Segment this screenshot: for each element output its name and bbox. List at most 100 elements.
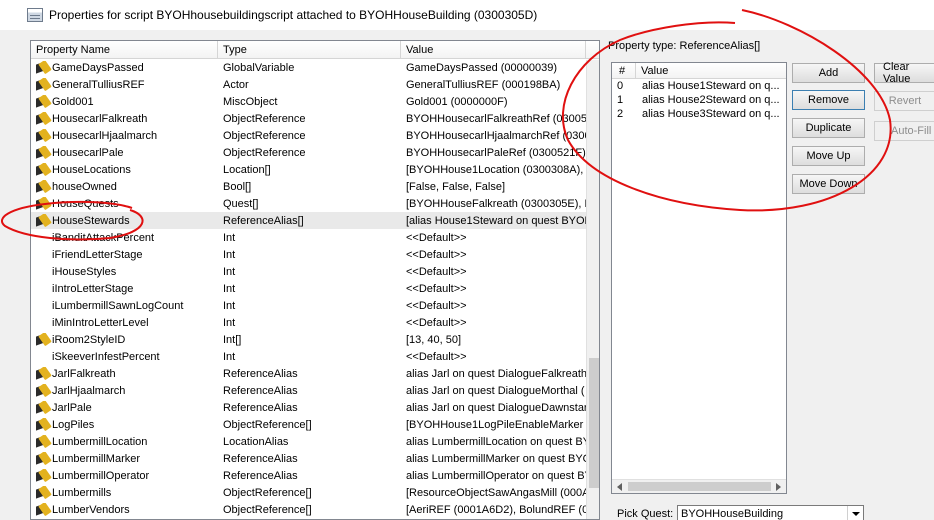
property-type: Int: [223, 350, 236, 363]
property-value: BYOHHousecarlFalkreathRef (030052: [406, 112, 586, 125]
property-row[interactable]: Lumbermills ObjectReference[] [ResourceObj…: [31, 484, 599, 501]
property-row[interactable]: LumbermillOperator ReferenceAlias alias Lu…: [31, 467, 599, 484]
property-value: [13, 40, 50]: [406, 333, 462, 346]
property-type: GlobalVariable: [223, 61, 295, 74]
property-row[interactable]: iIntroLetterStage Int <<Default>>: [31, 280, 599, 297]
property-name-cell: JarlPale: [31, 401, 218, 414]
property-icon: [35, 180, 52, 193]
property-list[interactable]: Property Name Type Value GameDaysPassed G…: [30, 40, 600, 520]
property-value: GameDaysPassed (00000039): [406, 61, 558, 74]
property-name-cell: iMinIntroLetterLevel: [31, 316, 218, 329]
property-type: Int: [223, 316, 236, 329]
property-value: alias Jarl on quest DialogueDawnstar: [406, 401, 586, 414]
column-header-value[interactable]: Value: [401, 41, 586, 58]
property-row[interactable]: iRoom2StyleID Int[] [13, 40, 50]: [31, 331, 599, 348]
property-row[interactable]: HouseStewards ReferenceAlias[] [alias Hous…: [31, 212, 599, 229]
scroll-right-icon[interactable]: [776, 483, 781, 491]
property-row[interactable]: iBanditAttackPercent Int <<Default>>: [31, 229, 599, 246]
hscrollbar-thumb[interactable]: [628, 482, 771, 491]
property-icon: [35, 163, 52, 176]
scrollbar-thumb[interactable]: [589, 358, 599, 488]
property-icon: [35, 333, 52, 346]
property-row[interactable]: iLumbermillSawnLogCount Int <<Default>>: [31, 297, 599, 314]
property-name: iFriendLetterStage: [52, 248, 143, 261]
remove-button[interactable]: Remove: [792, 90, 865, 110]
property-row[interactable]: LumberVendors ObjectReference[] [AeriREF (…: [31, 501, 599, 518]
add-button[interactable]: Add: [792, 63, 865, 83]
revert-button[interactable]: Revert: [874, 91, 934, 111]
array-item-row[interactable]: 0 alias House1Steward on q...: [612, 79, 786, 93]
property-name: JarlHjaalmarch: [52, 384, 126, 397]
property-type: MiscObject: [223, 95, 278, 108]
property-row[interactable]: JarlPale ReferenceAlias alias Jarl on ques…: [31, 399, 599, 416]
property-row[interactable]: JarlHjaalmarch ReferenceAlias alias Jarl o…: [31, 382, 599, 399]
property-name: HousecarlFalkreath: [52, 112, 148, 125]
property-icon: [35, 469, 52, 482]
property-icon: [35, 214, 52, 227]
property-name-cell: LumberVendors: [31, 503, 218, 516]
column-header-property-name[interactable]: Property Name: [31, 41, 218, 58]
property-icon: [35, 486, 52, 499]
array-item-value: alias House1Steward on q...: [642, 80, 780, 92]
property-row[interactable]: HousecarlPale ObjectReference BYOHHousecar…: [31, 144, 599, 161]
array-item-index: 2: [617, 108, 624, 120]
property-row[interactable]: iFriendLetterStage Int <<Default>>: [31, 246, 599, 263]
property-row[interactable]: JarlFalkreath ReferenceAlias alias Jarl on…: [31, 365, 599, 382]
array-value-list[interactable]: # Value 0 alias House1Steward on q... 1 ali…: [611, 62, 787, 494]
property-name: JarlPale: [52, 401, 92, 414]
property-value: alias Jarl on quest DialogueFalkreath: [406, 367, 586, 380]
property-icon: [35, 367, 52, 380]
property-icon: [35, 95, 52, 108]
property-row[interactable]: LumbermillLocation LocationAlias alias Lum…: [31, 433, 599, 450]
property-name-cell: HouseQuests: [31, 197, 218, 210]
column-header-index[interactable]: #: [612, 63, 636, 78]
property-icon: [35, 503, 52, 516]
scroll-left-icon[interactable]: [617, 483, 622, 491]
property-row[interactable]: HouseQuests Quest[] [BYOHHouseFalkreath (0…: [31, 195, 599, 212]
column-header-type[interactable]: Type: [218, 41, 401, 58]
pick-quest-dropdown[interactable]: BYOHHouseBuilding: [677, 505, 864, 520]
property-name-cell: HousecarlFalkreath: [31, 112, 218, 125]
property-row[interactable]: iHouseStyles Int <<Default>>: [31, 263, 599, 280]
property-value: <<Default>>: [406, 299, 467, 312]
property-list-scrollbar[interactable]: [586, 60, 599, 519]
array-list-hscrollbar[interactable]: [612, 479, 786, 493]
window-title: Properties for script BYOHhousebuildings…: [49, 8, 538, 22]
property-row[interactable]: iMinIntroLetterLevel Int <<Default>>: [31, 314, 599, 331]
property-rows: GameDaysPassed GlobalVariable GameDaysPass…: [31, 59, 599, 518]
property-row[interactable]: iSkeeverInfestPercent Int <<Default>>: [31, 348, 599, 365]
clear-value-button[interactable]: Clear Value: [874, 61, 934, 85]
property-row[interactable]: houseOwned Bool[] [False, False, False]: [31, 178, 599, 195]
property-row[interactable]: LumbermillMarker ReferenceAlias alias Lumb…: [31, 450, 599, 467]
property-type: ReferenceAlias: [223, 469, 298, 482]
array-list-header: # Value: [612, 63, 786, 79]
array-rows: 0 alias House1Steward on q... 1 alias House…: [612, 79, 786, 121]
duplicate-button[interactable]: Duplicate: [792, 118, 865, 138]
property-row[interactable]: LogPiles ObjectReference[] [BYOHHouse1LogP…: [31, 416, 599, 433]
property-row[interactable]: GameDaysPassed GlobalVariable GameDaysPass…: [31, 59, 599, 76]
property-name: iHouseStyles: [52, 265, 117, 278]
property-name: HouseStewards: [52, 214, 130, 227]
move-up-button[interactable]: Move Up: [792, 146, 865, 166]
property-row[interactable]: HousecarlFalkreath ObjectReference BYOHHou…: [31, 110, 599, 127]
property-list-header: Property Name Type Value: [31, 41, 599, 59]
property-row[interactable]: HouseLocations Location[] [BYOHHouse1Locat…: [31, 161, 599, 178]
property-value: <<Default>>: [406, 316, 467, 329]
property-type: ReferenceAlias: [223, 384, 298, 397]
property-name-cell: HouseStewards: [31, 214, 218, 227]
property-row[interactable]: Gold001 MiscObject Gold001 (0000000F): [31, 93, 599, 110]
property-row[interactable]: GeneralTulliusREF Actor GeneralTulliusREF …: [31, 76, 599, 93]
property-name-cell: JarlFalkreath: [31, 367, 218, 380]
move-down-button[interactable]: Move Down: [792, 174, 865, 194]
property-type: ObjectReference[]: [223, 418, 312, 431]
property-name-cell: iRoom2StyleID: [31, 333, 218, 346]
property-name: HousecarlHjaalmarch: [52, 129, 158, 142]
auto-fill-button[interactable]: Auto-Fill: [874, 121, 934, 141]
array-item-row[interactable]: 2 alias House3Steward on q...: [612, 107, 786, 121]
pick-quest-value: BYOHHouseBuilding: [681, 508, 784, 520]
chevron-down-icon[interactable]: [847, 506, 863, 520]
array-item-row[interactable]: 1 alias House2Steward on q...: [612, 93, 786, 107]
column-header-array-value[interactable]: Value: [636, 63, 668, 78]
property-row[interactable]: HousecarlHjaalmarch ObjectReference BYOHHo…: [31, 127, 599, 144]
property-value: [AeriREF (0001A6D2), BolundREF (00: [406, 503, 586, 516]
